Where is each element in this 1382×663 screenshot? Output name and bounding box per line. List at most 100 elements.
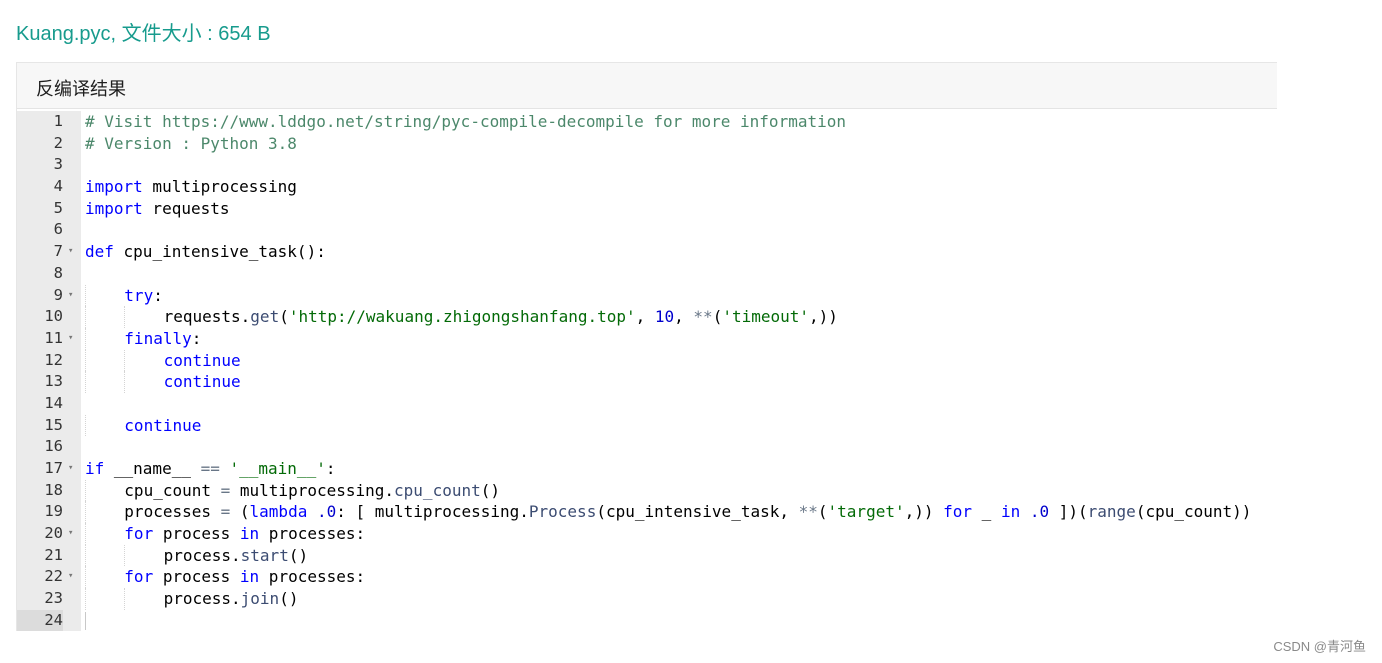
line-number: 17 (44, 459, 63, 477)
code-line[interactable]: 20 ▾ for process in processes: (17, 523, 1277, 545)
code-token: process (153, 567, 240, 587)
code-line[interactable]: 15 continue (17, 414, 1277, 437)
line-number: 23 (44, 589, 63, 608)
code-token: in (1000, 502, 1021, 522)
code-token: ,)) (809, 307, 838, 327)
indent-guide (85, 284, 86, 307)
fold-arrow-icon[interactable]: ▾ (68, 458, 73, 480)
decompile-result-panel: 反编译结果 1 # Visit https://www.lddgo.net/str… (16, 62, 1277, 631)
code-token: = (220, 502, 231, 522)
code-editor[interactable]: 1 # Visit https://www.lddgo.net/string/py… (17, 111, 1277, 631)
code-token: () (480, 480, 500, 500)
code-token: () (279, 589, 299, 609)
code-token: get (250, 307, 280, 327)
code-token: processes: (259, 567, 366, 587)
indent-guide (85, 414, 86, 437)
code-token: finally (124, 328, 192, 348)
code-token: lambda (249, 502, 308, 522)
code-token: cpu_intensive_task(): (113, 242, 326, 262)
code-token: continue (163, 372, 241, 392)
code-line[interactable]: 16 (17, 436, 1277, 458)
line-number: 2 (53, 133, 63, 152)
code-token: .0 (316, 502, 337, 522)
code-text: process.start() (164, 545, 309, 567)
code-text: finally: (124, 328, 201, 350)
code-line[interactable]: 11 ▾ finally: (17, 327, 1277, 350)
code-line[interactable]: 10 requests.get('http://wakuang.zhigongsh… (17, 306, 1277, 328)
code-line[interactable]: 24 (17, 609, 1277, 631)
code-line[interactable]: 22 ▾ for process in processes: (17, 566, 1277, 589)
code-token: .0 (1029, 502, 1050, 522)
code-token: Process (528, 502, 597, 522)
indent-guide (85, 544, 86, 567)
code-line[interactable]: 18 cpu_count = multiprocessing.cpu_count(… (17, 479, 1277, 502)
indent-guide (124, 349, 126, 372)
panel-header: 反编译结果 (17, 63, 1277, 109)
line-number: 22 (44, 567, 63, 586)
watermark: CSDN @青河鱼 (1273, 639, 1366, 654)
indent-guide (85, 306, 86, 328)
code-token: in (239, 567, 260, 587)
fold-arrow-icon[interactable]: ▾ (68, 285, 73, 307)
code-text: continue (124, 415, 201, 437)
code-area[interactable]: 1 # Visit https://www.lddgo.net/string/py… (17, 111, 1277, 631)
code-line[interactable]: 7 ▾ def cpu_intensive_task(): (17, 241, 1277, 263)
code-token: multiprocessing. (230, 480, 395, 500)
code-token: cpu_count (394, 480, 481, 500)
code-token: , (635, 307, 655, 327)
code-line[interactable]: 14 (17, 393, 1277, 415)
code-token: ,)) (904, 502, 944, 522)
code-token: process (153, 524, 240, 544)
code-line[interactable]: 3 (17, 154, 1277, 176)
code-text: for process in processes: (124, 566, 365, 588)
code-token: multiprocessing (142, 177, 297, 197)
line-number: 6 (53, 220, 63, 239)
code-line[interactable]: 17 ▾ if __name__ == '__main__': (17, 458, 1277, 480)
fold-arrow-icon[interactable]: ▾ (68, 523, 73, 545)
line-number: 24 (17, 609, 63, 631)
code-text: continue (164, 350, 241, 372)
indent-guide (85, 479, 86, 502)
code-line[interactable]: 1 # Visit https://www.lddgo.net/string/py… (17, 111, 1277, 133)
code-token: if (85, 459, 105, 478)
code-line[interactable]: 5 import requests (17, 198, 1277, 220)
code-token: for (943, 502, 973, 522)
code-token: # Version : Python 3.8 (85, 133, 297, 153)
code-line[interactable]: 13 continue (17, 371, 1277, 393)
indent-guide (124, 306, 126, 328)
page-title: Kuang.pyc, 文件大小 : 654 B (16, 23, 271, 45)
code-text: # Version : Python 3.8 (85, 133, 297, 155)
code-token: 'target' (827, 502, 905, 522)
code-token: join (240, 589, 280, 609)
fold-arrow-icon[interactable]: ▾ (68, 241, 73, 263)
code-text: if __name__ == '__main__': (85, 458, 335, 480)
fold-arrow-icon[interactable]: ▾ (68, 328, 73, 350)
code-line[interactable]: 4 import multiprocessing (17, 176, 1277, 198)
code-text: # Visit https://www.lddgo.net/string/pyc… (85, 111, 846, 133)
line-number: 11 (44, 328, 63, 347)
code-token: for (124, 567, 154, 587)
code-line[interactable]: 23 process.join() (17, 588, 1277, 610)
code-text: import requests (85, 198, 230, 220)
code-token: (cpu_intensive_task, (596, 502, 799, 522)
code-token: # Visit https://www.lddgo.net/string/pyc… (85, 112, 846, 131)
line-number: 9 (53, 285, 63, 304)
code-token: : (153, 285, 163, 305)
code-token: continue (163, 350, 241, 370)
code-line[interactable]: 8 (17, 263, 1277, 285)
indent-guide (124, 544, 126, 567)
code-token: '__main__' (229, 459, 326, 478)
code-line[interactable]: 12 continue (17, 349, 1277, 372)
line-number: 19 (44, 502, 63, 521)
code-line[interactable]: 19 processes = (lambda .0: [ multiprocess… (17, 501, 1277, 524)
code-token: in (239, 524, 260, 544)
code-text: continue (164, 371, 241, 393)
code-line[interactable]: 2 # Version : Python 3.8 (17, 133, 1277, 155)
code-line[interactable]: 6 (17, 219, 1277, 241)
code-line[interactable]: 21 process.start() (17, 544, 1277, 567)
fold-arrow-icon[interactable]: ▾ (68, 566, 73, 588)
code-text: cpu_count = multiprocessing.cpu_count() (124, 480, 500, 502)
line-number: 12 (44, 350, 63, 369)
code-token: requests (142, 198, 230, 218)
code-line[interactable]: 9 ▾ try: (17, 284, 1277, 307)
